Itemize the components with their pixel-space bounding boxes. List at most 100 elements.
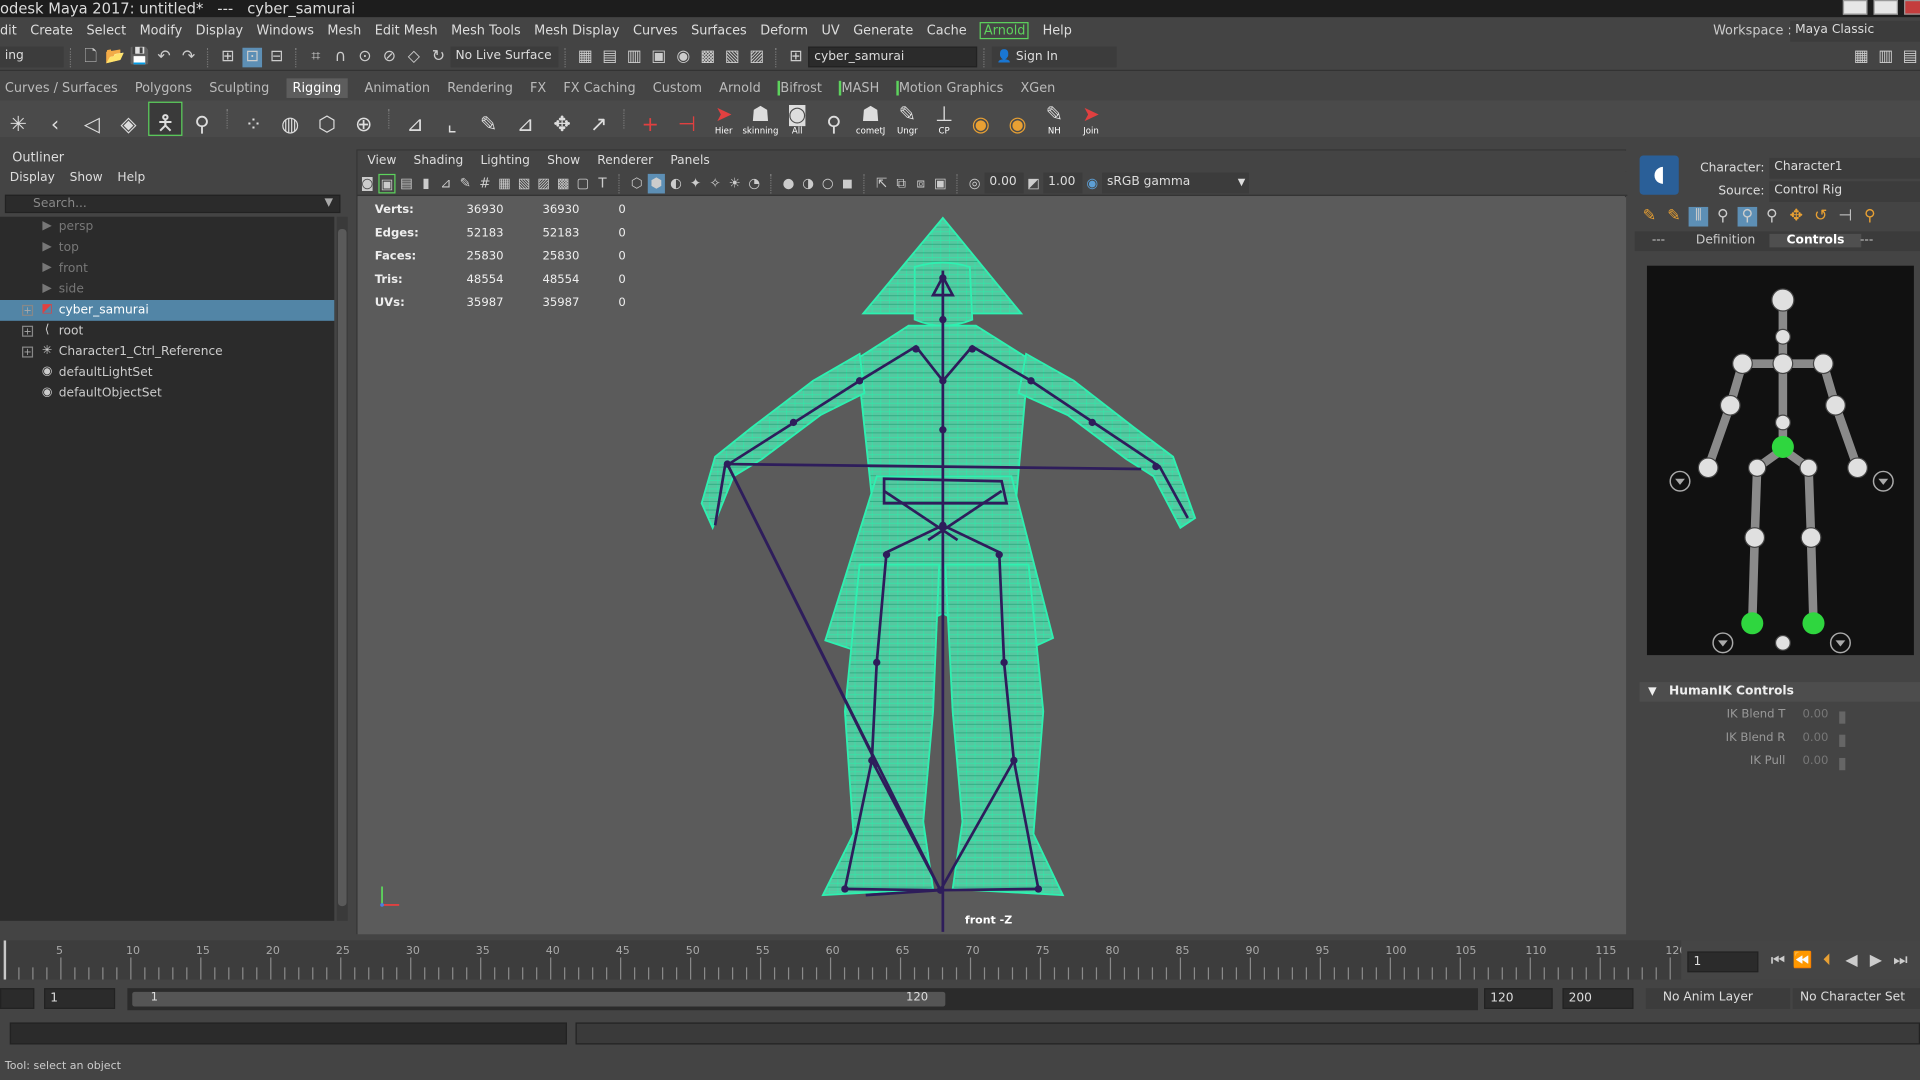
snap-surface-icon[interactable]: ◇ — [404, 47, 424, 67]
menu-surfaces[interactable]: Surfaces — [691, 23, 747, 38]
shelf-tab-xgen[interactable]: XGen — [1020, 81, 1055, 96]
render-settings-icon[interactable]: ▦ — [576, 47, 596, 67]
minimize-button[interactable] — [1842, 0, 1868, 15]
outliner-item-persp[interactable]: ▶ persp — [0, 217, 334, 238]
mel-input[interactable] — [9, 1022, 567, 1045]
slider-handle[interactable] — [1839, 757, 1846, 771]
workspace-select[interactable]: Maya Classic — [1790, 20, 1920, 42]
skinning-icon[interactable]: ☗ skinning — [742, 102, 778, 136]
menu-mesh-tools[interactable]: Mesh Tools — [451, 23, 521, 38]
outliner-item-defaultobjectset[interactable]: ◉ defaultObjectSet — [0, 383, 334, 404]
live-surface-icon[interactable]: ↻ — [429, 47, 449, 67]
outliner-vscrollbar[interactable] — [336, 216, 348, 921]
select-object-icon[interactable]: ⊡ — [242, 47, 263, 67]
humanik-icon[interactable]: ⚲ — [185, 102, 219, 136]
go-to-start-icon[interactable]: ⏮ — [1768, 951, 1788, 971]
create-joints-icon[interactable]: ✳ — [1, 102, 35, 136]
timeline-ruler[interactable]: 5 10 15 20 25 30 35 40 45 50 55 60 65 70 75 80 85 90 95 100… — [0, 940, 1686, 980]
center-pivot-icon[interactable]: ⊥ CP — [927, 102, 961, 136]
paint-weights-icon[interactable]: ✎ — [471, 102, 505, 136]
camera-attributes-icon[interactable]: ▣ — [378, 173, 396, 193]
viewport-menu-show[interactable]: Show — [547, 154, 580, 167]
viewport-menu-view[interactable]: View — [367, 154, 396, 167]
wireframe-on-shaded-icon[interactable]: ◐ — [667, 173, 684, 193]
outliner-item-front[interactable]: ▶ front — [0, 258, 334, 279]
motion-blur-icon[interactable]: ◑ — [800, 173, 817, 193]
tab-next[interactable]: --- — [1860, 234, 1873, 247]
menu-windows[interactable]: Windows — [257, 23, 314, 38]
expand-icon[interactable]: + — [22, 304, 34, 316]
exposure-icon[interactable]: ◎ — [966, 173, 983, 193]
slider-ik-pull[interactable]: IK Pull 0.00 — [1640, 754, 1920, 774]
slider-value[interactable]: 0.00 — [1802, 754, 1828, 767]
open-scene-icon[interactable]: 📂 — [105, 47, 125, 67]
outliner-item-top[interactable]: ▶ top — [0, 238, 334, 259]
select-component-icon[interactable]: ⊟ — [267, 47, 287, 67]
menu-create[interactable]: Create — [30, 23, 73, 38]
hypershade-icon[interactable]: ◉ — [673, 47, 693, 67]
live-surface-field[interactable]: No Live Surface — [450, 46, 559, 68]
two-d-pan-icon[interactable]: ⊿ — [437, 173, 454, 193]
mirror-joint-icon[interactable]: ◁ — [75, 102, 109, 136]
field-chart-icon[interactable]: ▩ — [555, 173, 572, 193]
menu-cache[interactable]: Cache — [927, 23, 967, 38]
character-select[interactable]: Character1 — [1769, 157, 1920, 179]
anim-layer-select[interactable]: No Anim Layer — [1645, 988, 1791, 1009]
pin-icon[interactable]: ⚲ — [1762, 207, 1782, 227]
ungroup-icon[interactable]: ✎ Ungr — [890, 102, 924, 136]
locator-icon[interactable]: + — [633, 102, 667, 136]
tab-controls[interactable]: Controls — [1769, 233, 1862, 248]
gamma-icon[interactable]: ◩ — [1025, 173, 1042, 193]
color-management-icon[interactable]: ◉ — [1084, 173, 1101, 193]
shelf-tab-custom[interactable]: Custom — [653, 81, 702, 96]
smooth-shade-icon[interactable]: ⬢ — [647, 173, 665, 193]
outliner-search-input[interactable]: Search... — [4, 194, 341, 214]
color-space-select[interactable]: sRGB gamma ▼ — [1102, 172, 1249, 194]
smooth-skin-icon[interactable]: ⊿ — [508, 102, 542, 136]
3d-viewport[interactable]: Verts: 36930 36930 0 Edges: 52183 52183 0 Faces:… — [357, 197, 1627, 935]
source-select[interactable]: Control Rig — [1769, 181, 1920, 203]
snap-view-icon[interactable]: ⊘ — [380, 47, 400, 67]
tab-prev[interactable]: --- — [1652, 234, 1665, 247]
menu-mesh[interactable]: Mesh — [327, 23, 361, 38]
use-lights-icon[interactable]: ☀ — [726, 173, 743, 193]
script-a-icon[interactable]: ◉ — [964, 102, 998, 136]
tab-definition[interactable]: Definition — [1696, 234, 1755, 247]
ipr-render-icon[interactable]: ▥ — [624, 47, 644, 67]
character-set-select[interactable]: No Character Set — [1792, 988, 1920, 1009]
attribute-editor-icon[interactable]: ▨ — [747, 47, 767, 67]
channel-box-icon[interactable]: ▧ — [722, 47, 742, 67]
bookmarks-icon[interactable]: ▤ — [398, 173, 415, 193]
rig-figure-icon[interactable]: ⚲ — [817, 102, 851, 136]
snap-point-icon[interactable]: ⊙ — [355, 47, 375, 67]
outliner-item-root[interactable]: + ⟨ root — [0, 321, 334, 342]
hierarchy-select-icon[interactable]: ➤ Hier — [707, 102, 741, 136]
exposure-field[interactable]: 0.00 — [984, 172, 1024, 194]
start-time-field[interactable]: 1 — [44, 988, 116, 1009]
select-camera-icon[interactable]: ◙ — [359, 173, 376, 193]
orient-constraint-icon[interactable]: ⊣ — [670, 102, 704, 136]
shelf-tab-arnold[interactable]: Arnold — [719, 81, 761, 96]
current-time-marker[interactable] — [3, 940, 7, 980]
save-scene-icon[interactable]: 💾 — [130, 47, 150, 67]
menu-select[interactable]: Select — [86, 23, 126, 38]
safe-action-icon[interactable]: ▢ — [574, 173, 591, 193]
quick-rig-icon[interactable]: 🯅 — [148, 101, 183, 136]
viewport-menu-panels[interactable]: Panels — [670, 154, 709, 167]
cluster-icon[interactable]: ⁘ — [236, 102, 270, 136]
comet-joint-icon[interactable]: ☗ cometJ — [853, 102, 887, 136]
grease-pencil-icon[interactable]: ✎ — [457, 173, 474, 193]
step-back-frame-icon[interactable]: ⏴ — [1817, 951, 1837, 971]
step-back-key-icon[interactable]: ⏪ — [1793, 951, 1813, 971]
shelf-tab-fx-caching[interactable]: FX Caching — [563, 81, 635, 96]
fk-ik-icon[interactable]: ↺ — [1811, 207, 1831, 227]
selection-mode-icon[interactable]: ⚲ — [1737, 206, 1758, 227]
slider-value[interactable]: 0.00 — [1802, 731, 1828, 744]
maximize-button[interactable] — [1873, 0, 1898, 15]
aim-constraint-icon[interactable]: ↗ — [582, 102, 616, 136]
ik-handle-icon[interactable]: ◈ — [111, 102, 145, 136]
mirror-icon[interactable]: ⊣ — [1836, 207, 1856, 227]
gate-mask-icon[interactable]: ▨ — [535, 173, 552, 193]
menu-display[interactable]: Display — [196, 23, 243, 38]
edit-pencil-icon[interactable]: ✎ — [1640, 207, 1660, 227]
